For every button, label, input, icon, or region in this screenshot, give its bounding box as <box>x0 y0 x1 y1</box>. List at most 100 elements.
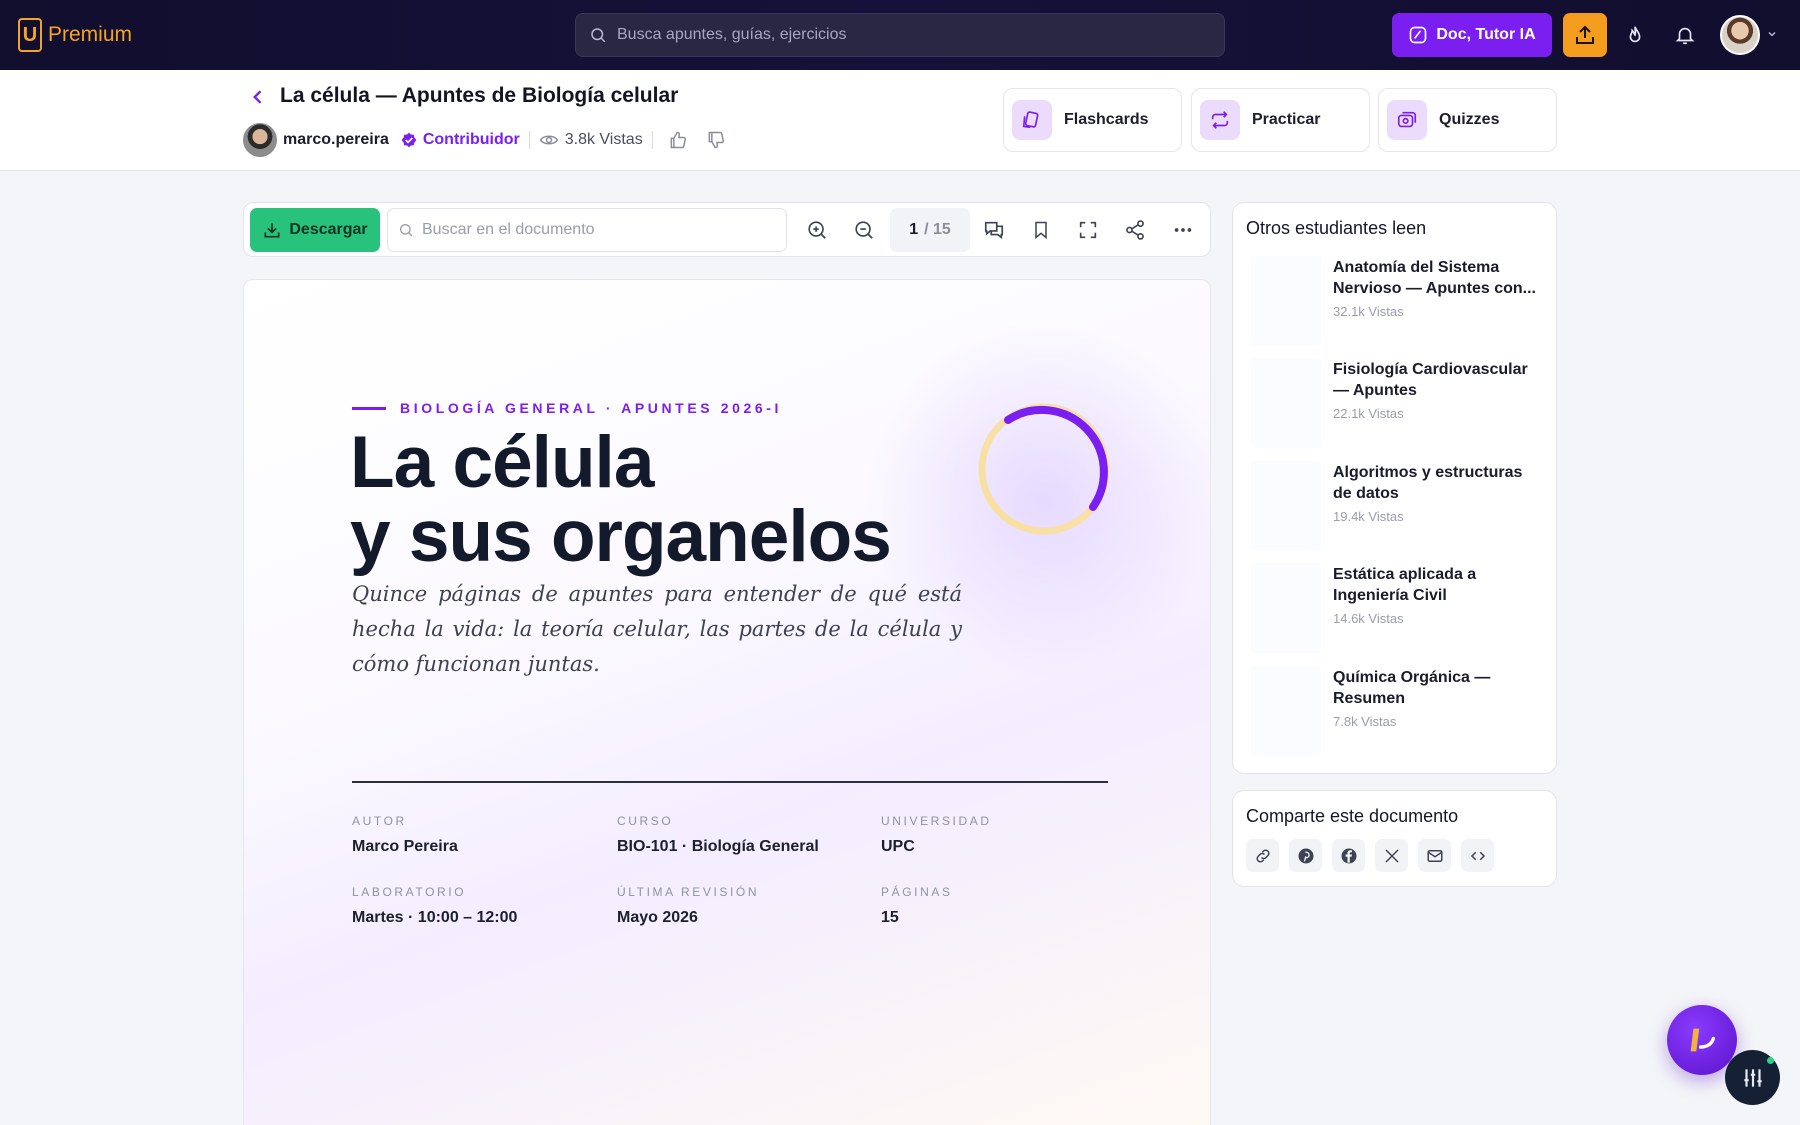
page-indicator[interactable]: 1 / 15 <box>890 208 970 252</box>
global-search-input[interactable] <box>617 26 1197 44</box>
recommendations-panel: Otros estudiantes leen Anatomía del Sist… <box>1232 202 1557 774</box>
practice-button[interactable]: Practicar <box>1191 88 1370 152</box>
document-search-input[interactable] <box>422 221 772 239</box>
premium-logo[interactable]: U Premium <box>18 18 132 52</box>
thumbs-down-icon[interactable] <box>706 130 726 150</box>
divider <box>651 131 653 149</box>
info-label: LABORATORIO <box>352 885 467 899</box>
info-label: AUTOR <box>352 814 407 828</box>
author-username[interactable]: marco.pereira <box>283 131 389 149</box>
logo-text: Premium <box>48 23 133 46</box>
info-last-revision: ÚLTIMA REVISIÓN Mayo 2026 <box>617 885 877 927</box>
info-value: Martes · 10:00 – 12:00 <box>352 909 518 926</box>
facebook-icon[interactable] <box>1332 839 1365 872</box>
more-options-icon[interactable] <box>1170 217 1196 243</box>
info-value: Marco Pereira <box>352 838 458 855</box>
fullscreen-icon[interactable] <box>1075 217 1101 243</box>
info-author: AUTOR Marco Pereira <box>352 814 612 856</box>
recommendations-title: Otros estudiantes leen <box>1246 218 1427 238</box>
recommendation-views: 14.6k Vistas <box>1333 611 1404 626</box>
global-search[interactable] <box>575 13 1225 57</box>
divider <box>528 131 530 149</box>
practice-label: Practicar <box>1252 111 1321 128</box>
download-icon <box>262 220 282 240</box>
recommendation-title[interactable]: Algoritmos y estructuras de datos <box>1333 462 1543 504</box>
document-thumbnail <box>1251 563 1321 653</box>
info-label: PÁGINAS <box>881 885 953 899</box>
recommendation-views: 7.8k Vistas <box>1333 714 1397 729</box>
recommendation-views: 19.4k Vistas <box>1333 509 1404 524</box>
settings-sliders-button[interactable] <box>1725 1050 1780 1105</box>
recommendation-title[interactable]: Estática aplicada a Ingeniería Civil <box>1333 564 1543 606</box>
tutor-ai-label: Doc, Tutor IA <box>1436 26 1536 43</box>
info-university: UNIVERSIDAD UPC <box>881 814 1141 856</box>
chevron-down-icon[interactable] <box>1766 28 1778 40</box>
search-icon <box>589 26 607 44</box>
document-title: La célula — Apuntes de Biología celular <box>280 84 679 107</box>
top-navigation-bar: U Premium Doc, Tutor IA <box>0 0 1800 70</box>
recommendation-title[interactable]: Fisiología Cardiovascular — Apuntes <box>1333 359 1543 401</box>
tutor-ai-icon <box>1408 25 1428 45</box>
eyebrow-text: BIOLOGÍA GENERAL · APUNTES 2026-I <box>400 400 782 416</box>
author-meta: marco.pereira Contribuidor 3.8k Vistas <box>243 122 726 158</box>
x-icon[interactable] <box>1375 839 1408 872</box>
info-value: Mayo 2026 <box>617 909 698 926</box>
upload-icon <box>1573 23 1597 47</box>
document-thumbnail <box>1251 256 1321 346</box>
document-header: La célula — Apuntes de Biología celular … <box>0 70 1800 171</box>
streak-flame-icon[interactable] <box>1622 22 1648 48</box>
comments-icon[interactable] <box>981 217 1007 243</box>
ai-assistant-icon <box>1685 1023 1719 1057</box>
document-main-title: La célula y sus organelos <box>350 422 892 577</box>
decorative-ring-icon <box>969 394 1119 544</box>
share-panel: Comparte este documento <box>1232 790 1557 887</box>
recommendation-title[interactable]: Química Orgánica — Resumen <box>1333 667 1543 709</box>
info-pages: PÁGINAS 15 <box>881 885 1141 927</box>
info-value: BIO-101 · Biología General <box>617 838 819 855</box>
document-thumbnail <box>1251 666 1321 756</box>
logo-mark: U <box>18 18 42 52</box>
recommendation-title[interactable]: Anatomía del Sistema Nervioso — Apuntes … <box>1333 257 1543 299</box>
document-subtitle: Quince páginas de apuntes para entender … <box>352 582 962 676</box>
info-lab: LABORATORIO Martes · 10:00 – 12:00 <box>352 885 612 927</box>
list-item[interactable]: Anatomía del Sistema Nervioso — Apuntes … <box>1251 256 1551 346</box>
list-item[interactable]: Estática aplicada a Ingeniería Civil 14.… <box>1251 563 1551 653</box>
flashcards-label: Flashcards <box>1064 111 1149 128</box>
zoom-out-icon[interactable] <box>851 217 877 243</box>
link-icon[interactable] <box>1246 839 1279 872</box>
list-item[interactable]: Algoritmos y estructuras de datos 19.4k … <box>1251 461 1551 551</box>
document-search[interactable] <box>387 208 787 252</box>
pinterest-icon[interactable] <box>1289 839 1322 872</box>
bookmark-icon[interactable] <box>1028 217 1054 243</box>
flashcards-button[interactable]: Flashcards <box>1003 88 1182 152</box>
author-avatar[interactable] <box>243 123 277 157</box>
title-line-1: La célula <box>350 422 654 503</box>
recommendation-views: 32.1k Vistas <box>1333 304 1404 319</box>
share-buttons <box>1246 839 1494 872</box>
list-item[interactable]: Química Orgánica — Resumen 7.8k Vistas <box>1251 666 1551 756</box>
ai-assistant-button[interactable] <box>1667 1005 1737 1075</box>
upload-button[interactable] <box>1563 13 1607 57</box>
list-item[interactable]: Fisiología Cardiovascular — Apuntes 22.1… <box>1251 358 1551 448</box>
current-page[interactable]: 1 <box>909 221 918 239</box>
info-label: ÚLTIMA REVISIÓN <box>617 885 760 899</box>
share-title: Comparte este documento <box>1246 806 1459 826</box>
recommendation-views: 22.1k Vistas <box>1333 406 1404 421</box>
notifications-bell-icon[interactable] <box>1672 22 1698 48</box>
title-line-2: y sus organelos <box>350 496 892 577</box>
embed-icon[interactable] <box>1461 839 1494 872</box>
share-icon[interactable] <box>1122 217 1148 243</box>
zoom-in-icon[interactable] <box>804 217 830 243</box>
eye-icon <box>539 130 559 150</box>
user-avatar[interactable] <box>1720 15 1760 55</box>
mail-icon[interactable] <box>1418 839 1451 872</box>
tutor-ai-button[interactable]: Doc, Tutor IA <box>1392 13 1552 57</box>
download-button[interactable]: Descargar <box>250 208 380 252</box>
document-thumbnail <box>1251 461 1321 551</box>
divider <box>352 781 1108 783</box>
thumbs-up-icon[interactable] <box>668 130 688 150</box>
total-pages: / 15 <box>924 221 951 238</box>
contributor-badge: Contribuidor <box>422 131 520 148</box>
back-arrow-icon[interactable] <box>248 87 268 107</box>
quizzes-button[interactable]: Quizzes <box>1378 88 1557 152</box>
